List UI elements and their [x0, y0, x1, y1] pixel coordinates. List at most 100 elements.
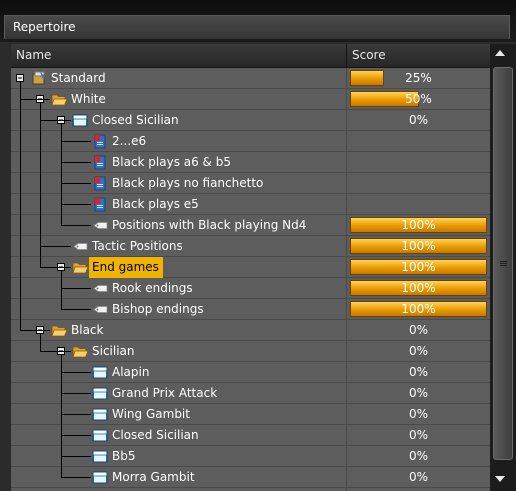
tree-connector-line — [61, 435, 91, 436]
collapse-toggle-icon[interactable] — [16, 74, 24, 82]
scroll-up-arrow-icon[interactable] — [495, 50, 505, 56]
blue-folder-icon — [92, 386, 108, 401]
tree-item-label[interactable]: Tactic Positions — [92, 236, 183, 257]
tree-item-label[interactable]: End games — [89, 257, 163, 278]
blue-folder-icon — [92, 470, 108, 485]
tree-item-label[interactable]: Grand Prix Attack — [112, 383, 217, 404]
open-folder-icon — [51, 323, 67, 338]
score-value: 100% — [401, 302, 436, 316]
tree-connector-line — [40, 267, 71, 268]
tree-item-label[interactable]: White — [71, 89, 106, 110]
tree-connector-line — [61, 124, 62, 225]
tree-connector-line — [40, 246, 71, 247]
vertical-scrollbar[interactable] — [490, 44, 516, 491]
score-value: 100% — [401, 281, 436, 295]
score-value: 0% — [408, 323, 429, 337]
tree-connector-line — [40, 120, 71, 121]
score-cell: 100% — [347, 236, 490, 257]
score-cell — [347, 152, 490, 173]
tree-row[interactable]: End games 100% — [11, 257, 490, 278]
tree-connector-line — [61, 414, 91, 415]
score-cell: 0% — [347, 404, 490, 425]
score-cell — [347, 131, 490, 152]
tree-item-label[interactable]: 2...e6 — [112, 131, 146, 152]
blue-folder-icon — [72, 113, 88, 128]
score-cell: 0% — [347, 467, 490, 488]
blue-folder-icon — [92, 365, 108, 380]
tree-connector-line — [40, 351, 71, 352]
tree-item-label[interactable]: Morra Gambit — [112, 467, 195, 488]
score-value — [347, 152, 490, 173]
tree-connector-line — [61, 393, 91, 394]
tree-row[interactable]: Standard 25% — [11, 68, 490, 89]
tree-item-label[interactable]: Wing Gambit — [112, 404, 190, 425]
position-tag-icon — [92, 218, 108, 233]
score-cell: 100% — [347, 257, 490, 278]
tree-row[interactable]: Closed Sicilian 0% — [11, 110, 490, 131]
blue-folder-icon — [92, 407, 108, 422]
column-header-score[interactable]: Score — [347, 44, 490, 67]
score-cell: 100% — [347, 278, 490, 299]
tree-item-label[interactable]: Sicilian — [92, 341, 135, 362]
tree-item-label[interactable]: Black plays a6 & b5 — [112, 152, 231, 173]
blue-folder-icon — [92, 449, 108, 464]
tree-connector-line — [20, 99, 50, 100]
open-folder-icon — [72, 260, 88, 275]
tree-connector-line — [61, 477, 91, 478]
blue-folder-icon — [92, 428, 108, 443]
score-value: 25% — [405, 71, 432, 85]
tree-item-label[interactable]: Closed Sicilian — [112, 425, 199, 446]
score-value: 50% — [405, 92, 432, 106]
score-cell — [347, 173, 490, 194]
tree-connector-line — [40, 334, 41, 351]
tree-connector-line — [61, 288, 91, 289]
score-cell: 25% — [347, 68, 490, 89]
panel-tab[interactable]: Repertoire — [4, 15, 510, 39]
tree-item-label[interactable]: Rook endings — [112, 278, 193, 299]
tree-item-label[interactable]: Closed Sicilian — [92, 110, 179, 131]
scrollbar-thumb[interactable] — [493, 67, 513, 460]
tree-item-label[interactable]: Black — [71, 320, 103, 341]
score-cell: 0% — [347, 110, 490, 131]
game-document-icon — [92, 134, 108, 149]
tree-item-label[interactable]: Black plays no fianchetto — [112, 173, 263, 194]
score-value: 0% — [408, 344, 429, 358]
tree-row[interactable]: White 50% — [11, 89, 490, 110]
tree-connector-line — [61, 271, 62, 309]
score-value: 0% — [408, 470, 429, 484]
tree-item-label[interactable]: Bishop endings — [112, 299, 204, 320]
position-tag-icon — [92, 281, 108, 296]
open-folder-icon — [72, 344, 88, 359]
tree-row[interactable]: Tactic Positions 100% — [11, 236, 490, 257]
score-cell: 100% — [347, 215, 490, 236]
game-document-icon — [92, 176, 108, 191]
score-value: 100% — [401, 218, 436, 232]
tree-item-label[interactable]: Bb5 — [112, 446, 135, 467]
score-value: 100% — [401, 239, 436, 253]
tree-item-label[interactable]: Alapin — [112, 362, 149, 383]
open-folder-icon — [51, 92, 67, 107]
tree-item-label[interactable]: Black plays e5 — [112, 194, 199, 215]
scroll-down-arrow-icon[interactable] — [495, 476, 505, 482]
score-value: 0% — [408, 407, 429, 421]
column-header-name[interactable]: Name — [11, 44, 346, 67]
score-cell — [347, 194, 490, 215]
tree-row[interactable]: Black 0% — [11, 320, 490, 341]
score-cell: 0% — [347, 446, 490, 467]
panel-title: Repertoire — [13, 20, 76, 34]
tree-row[interactable]: Sicilian 0% — [11, 341, 490, 362]
score-value: 0% — [408, 449, 429, 463]
score-cell: 0% — [347, 425, 490, 446]
score-cell: 100% — [347, 299, 490, 320]
tree-item-label[interactable]: Positions with Black playing Nd4 — [112, 215, 306, 236]
tree-connector-line — [61, 204, 91, 205]
game-document-icon — [92, 155, 108, 170]
score-value — [347, 131, 490, 152]
score-cell: 50% — [347, 89, 490, 110]
score-cell: 0% — [347, 320, 490, 341]
tree-connector-line — [61, 183, 91, 184]
position-tag-icon — [72, 239, 88, 254]
score-value — [347, 194, 490, 215]
score-value: 0% — [408, 113, 429, 127]
tree-item-label[interactable]: Standard — [51, 68, 106, 89]
